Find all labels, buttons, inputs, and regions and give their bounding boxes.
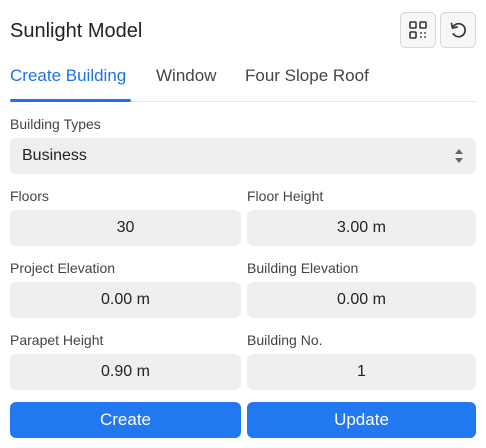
update-button[interactable]: Update bbox=[247, 402, 476, 438]
building-types-value: Business bbox=[22, 147, 87, 164]
create-button[interactable]: Create bbox=[10, 402, 241, 438]
building-types-label: Building Types bbox=[10, 116, 101, 132]
building-elevation-input[interactable]: 0.00 m bbox=[247, 282, 476, 318]
tab-window[interactable]: Window bbox=[156, 66, 216, 86]
floor-height-input[interactable]: 3.00 m bbox=[247, 210, 476, 246]
parapet-height-label: Parapet Height bbox=[10, 332, 104, 348]
tab-create-building[interactable]: Create Building bbox=[10, 66, 126, 86]
building-types-select[interactable]: Business bbox=[10, 138, 476, 174]
project-elevation-input[interactable]: 0.00 m bbox=[10, 282, 241, 318]
parapet-height-input[interactable]: 0.90 m bbox=[10, 354, 241, 390]
building-no-input[interactable]: 1 bbox=[247, 354, 476, 390]
reset-icon bbox=[450, 22, 466, 38]
floor-height-label: Floor Height bbox=[247, 188, 324, 204]
floors-label: Floors bbox=[10, 188, 49, 204]
qr-grid-button[interactable] bbox=[400, 12, 436, 48]
project-elevation-label: Project Elevation bbox=[10, 260, 116, 276]
header: Sunlight Model bbox=[10, 12, 476, 50]
reset-button[interactable] bbox=[440, 12, 476, 48]
qr-grid-icon bbox=[409, 21, 427, 39]
page-title: Sunlight Model bbox=[10, 20, 143, 42]
select-arrows-icon bbox=[455, 149, 463, 163]
floors-input[interactable]: 30 bbox=[10, 210, 241, 246]
tab-four-slope-roof[interactable]: Four Slope Roof bbox=[245, 66, 369, 86]
tab-bar: Create Building Window Four Slope Roof bbox=[10, 60, 476, 102]
building-elevation-label: Building Elevation bbox=[247, 260, 359, 276]
building-no-label: Building No. bbox=[247, 332, 323, 348]
active-tab-indicator bbox=[10, 99, 131, 102]
